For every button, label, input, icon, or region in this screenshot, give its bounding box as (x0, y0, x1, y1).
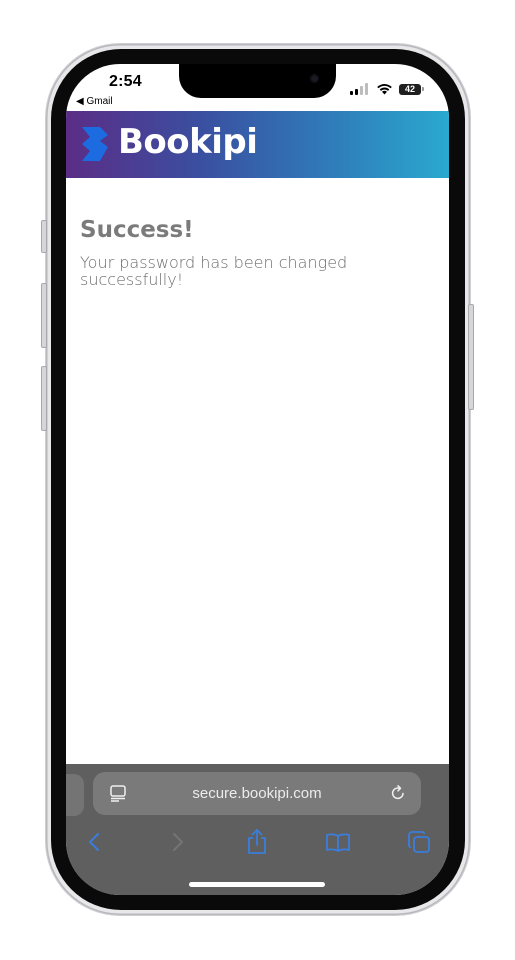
share-button[interactable] (243, 828, 271, 856)
status-icons: 42 (350, 82, 424, 96)
back-button[interactable] (80, 828, 108, 856)
notch (179, 64, 336, 98)
bookmarks-button[interactable] (324, 828, 352, 856)
tabs-button[interactable] (405, 828, 433, 856)
battery-level: 42 (404, 84, 415, 94)
logo-text: Bookipi (118, 122, 258, 162)
power-button (468, 304, 474, 410)
volume-up-button (41, 283, 47, 348)
previous-tab-preview[interactable] (66, 774, 84, 816)
front-camera (310, 74, 319, 83)
browser-toolbar: secure.bookipi.com (66, 764, 449, 895)
back-icon (89, 833, 99, 851)
back-to-app-link[interactable]: ◀ Gmail (76, 96, 113, 107)
bookipi-logo-icon (82, 127, 108, 161)
tabs-icon (408, 831, 430, 853)
signal-icon (350, 83, 368, 95)
success-title: Success! (80, 217, 194, 243)
battery-icon: 42 (399, 83, 424, 95)
silent-switch (41, 220, 47, 253)
volume-down-button (41, 366, 47, 431)
share-icon (248, 829, 266, 854)
main-content: Success! Your password has been changed … (80, 217, 440, 288)
status-time: 2:54 (109, 73, 142, 90)
address-bar[interactable]: secure.bookipi.com (93, 772, 421, 815)
bookmarks-icon (326, 833, 350, 852)
site-header: Bookipi (66, 111, 449, 178)
home-indicator[interactable] (189, 882, 325, 887)
browser-nav-row (66, 828, 449, 858)
wifi-icon (377, 84, 392, 95)
reload-icon[interactable] (389, 784, 407, 802)
url-text[interactable]: secure.bookipi.com (93, 785, 421, 802)
phone-screen: 2:54 ◀ Gmail 42 Bookipi Success! Your pa… (66, 64, 449, 895)
success-message: Your password has been changed successfu… (80, 253, 348, 289)
forward-button[interactable] (164, 828, 192, 856)
forward-icon (173, 833, 183, 851)
